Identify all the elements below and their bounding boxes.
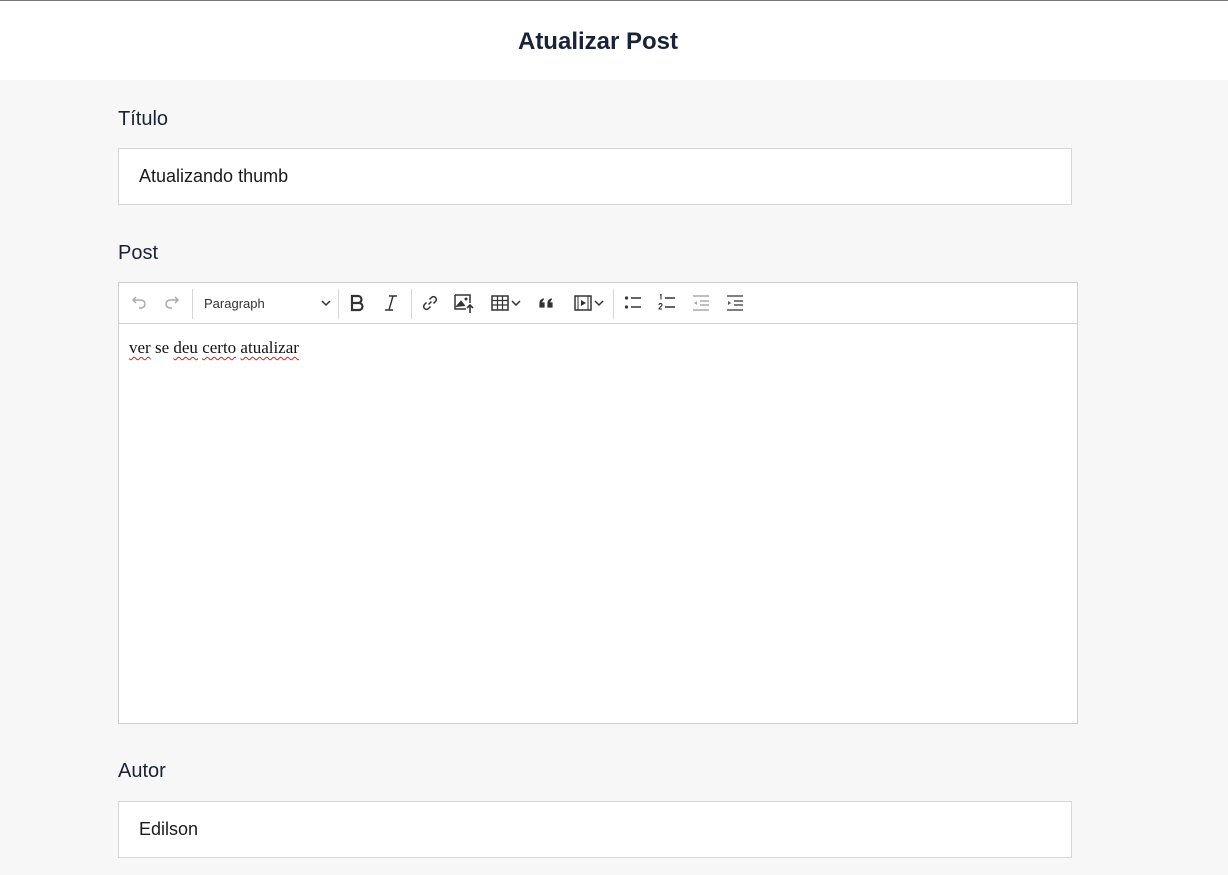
content-word: deu <box>173 338 198 357</box>
undo-button[interactable] <box>127 289 151 317</box>
editor-content[interactable]: ver se deu certo atualizar <box>119 324 1077 723</box>
bold-button[interactable] <box>345 289 369 317</box>
chevron-down-icon <box>510 297 522 309</box>
italic-button[interactable] <box>379 289 403 317</box>
titulo-label: Título <box>118 108 169 130</box>
outdent-button[interactable] <box>689 289 713 317</box>
numbered-list-icon <box>657 293 677 313</box>
toolbar-separator <box>192 289 193 319</box>
image-upload-icon <box>453 292 475 314</box>
undo-icon <box>129 293 149 313</box>
rich-text-editor: Paragraph ver se deu certo atualizar <box>118 282 1078 724</box>
post-label: Post <box>118 242 159 264</box>
page-title: Atualizar Post <box>517 27 679 55</box>
toolbar-separator <box>411 289 412 319</box>
chevron-down-icon <box>593 297 605 309</box>
bulleted-list-icon <box>623 293 643 313</box>
autor-label: Autor <box>118 760 166 782</box>
link-button[interactable] <box>418 289 442 317</box>
editor-toolbar: Paragraph <box>119 283 1077 324</box>
redo-button[interactable] <box>160 289 184 317</box>
blockquote-button[interactable] <box>535 289 559 317</box>
redo-icon <box>162 293 182 313</box>
quote-icon <box>537 293 557 313</box>
table-button[interactable] <box>486 289 526 317</box>
table-icon <box>490 293 510 313</box>
autor-input[interactable]: Edilson <box>118 801 1072 858</box>
toolbar-separator <box>613 289 614 319</box>
bulleted-list-button[interactable] <box>621 289 645 317</box>
image-upload-button[interactable] <box>452 289 476 317</box>
media-icon <box>573 293 593 313</box>
media-embed-button[interactable] <box>569 289 609 317</box>
paragraph-style-select[interactable]: Paragraph <box>196 289 332 317</box>
page-header: Atualizar Post <box>0 1 1228 80</box>
italic-icon <box>381 293 401 313</box>
content-word: certo <box>202 338 237 357</box>
titulo-input[interactable]: Atualizando thumb <box>118 148 1072 205</box>
chevron-down-icon <box>320 297 332 312</box>
toolbar-separator <box>338 289 339 319</box>
content-word: ver <box>129 338 151 357</box>
paragraph-style-label: Paragraph <box>204 295 265 311</box>
bold-icon <box>347 293 367 313</box>
content-word: atualizar <box>240 338 299 357</box>
outdent-icon <box>691 293 711 313</box>
indent-button[interactable] <box>723 289 747 317</box>
content-word: se <box>154 338 170 357</box>
numbered-list-button[interactable] <box>655 289 679 317</box>
link-icon <box>420 293 440 313</box>
indent-icon <box>725 293 745 313</box>
